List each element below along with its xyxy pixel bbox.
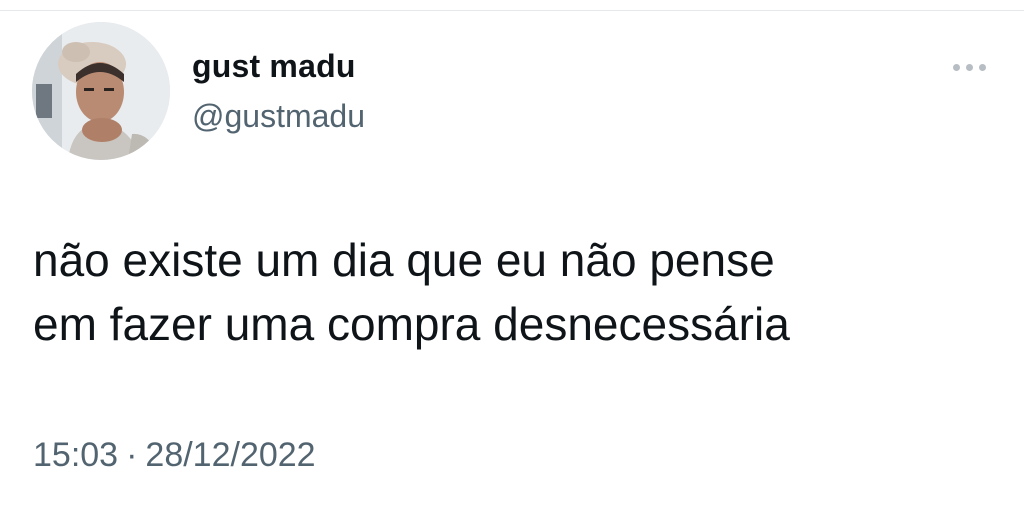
avatar-photo xyxy=(32,22,170,160)
tweet-timestamp[interactable]: 15:03 · 28/12/2022 xyxy=(33,436,316,475)
tweet-text-line: não existe um dia que eu não pense xyxy=(33,234,775,286)
author-handle[interactable]: @gustmadu xyxy=(192,98,365,135)
ellipsis-horizontal-icon xyxy=(952,63,960,71)
author-display-name[interactable]: gust madu xyxy=(192,48,356,85)
meta-separator: · xyxy=(126,436,138,474)
top-divider xyxy=(0,10,1024,11)
more-options-button[interactable] xyxy=(944,52,994,82)
tweet-time: 15:03 xyxy=(33,436,119,474)
tweet-text-line: em fazer uma compra desnecessária xyxy=(33,298,790,350)
ellipsis-dot xyxy=(965,63,973,71)
avatar[interactable] xyxy=(32,22,170,160)
ellipsis-dot xyxy=(978,63,986,71)
tweet-text: não existe um dia que eu não pense em fa… xyxy=(33,228,993,356)
tweet-date: 28/12/2022 xyxy=(145,436,316,474)
